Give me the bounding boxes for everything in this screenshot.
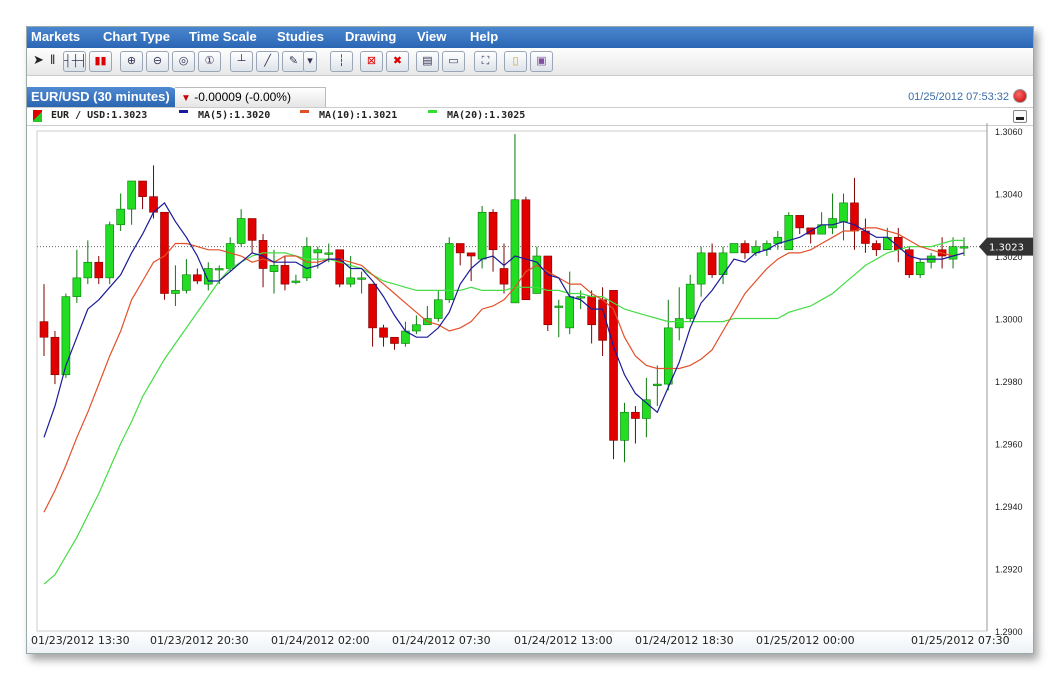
candle-body[interactable] — [61, 296, 71, 376]
candle-body[interactable] — [247, 218, 257, 241]
x-tick-label: 01/25/2012 07:30 — [911, 634, 1010, 647]
candle-body[interactable] — [182, 274, 191, 291]
candle-body[interactable] — [193, 274, 202, 282]
candle-body[interactable] — [631, 411, 640, 419]
candle-body[interactable] — [433, 299, 443, 319]
x-tick-label: 01/25/2012 00:00 — [756, 634, 855, 647]
candle-body[interactable] — [565, 296, 575, 329]
candle-body[interactable] — [499, 268, 509, 285]
x-tick-label: 01/23/2012 20:30 — [150, 634, 249, 647]
x-tick-label: 01/24/2012 07:30 — [392, 634, 491, 647]
candle-body[interactable] — [138, 180, 147, 197]
candle-body[interactable] — [214, 268, 224, 271]
candle-body[interactable] — [280, 265, 290, 285]
y-tick-label: 1.2920 — [995, 565, 1023, 575]
candle-body[interactable] — [587, 296, 596, 326]
candle-body[interactable] — [674, 318, 684, 329]
candle-body[interactable] — [105, 224, 115, 279]
candle-body[interactable] — [357, 277, 366, 280]
candle-body[interactable] — [127, 180, 136, 210]
x-tick-label: 01/23/2012 13:30 — [31, 634, 130, 647]
last-price-label: 1.3023 — [989, 243, 1024, 254]
candle-body[interactable] — [313, 249, 323, 254]
candle-body[interactable] — [685, 283, 695, 319]
candle-body[interactable] — [346, 277, 355, 285]
y-tick-label: 1.2940 — [995, 502, 1023, 512]
candle-body[interactable] — [236, 218, 246, 244]
candle-body[interactable] — [225, 243, 235, 269]
candle-body[interactable] — [39, 321, 49, 338]
candle-body[interactable] — [368, 283, 377, 329]
candle-body[interactable] — [872, 243, 881, 251]
y-tick-label: 1.3040 — [995, 190, 1023, 200]
x-tick-label: 01/24/2012 02:00 — [271, 634, 370, 647]
candle-body[interactable] — [521, 199, 531, 301]
candle-body[interactable] — [839, 202, 848, 222]
candle-body[interactable] — [707, 252, 717, 276]
candle-body[interactable] — [258, 240, 268, 269]
candle-body[interactable] — [335, 249, 345, 285]
chart-plot[interactable]: 1.30601.30401.30201.30001.29801.29601.29… — [27, 27, 1033, 653]
candle-body[interactable] — [324, 252, 334, 255]
y-tick-label: 1.2960 — [995, 440, 1023, 450]
candle-body[interactable] — [94, 261, 104, 279]
chart-window: Markets Chart Type Time Scale Studies Dr… — [26, 26, 1034, 654]
candle-body[interactable] — [828, 218, 837, 229]
candle-body[interactable] — [455, 243, 465, 254]
candle-body[interactable] — [477, 211, 487, 260]
candle-body[interactable] — [269, 265, 279, 272]
x-tick-label: 01/24/2012 13:00 — [514, 634, 613, 647]
candle-body[interactable] — [83, 261, 93, 279]
candle-body[interactable] — [50, 336, 60, 376]
candle-body[interactable] — [609, 290, 618, 441]
candle-body[interactable] — [576, 296, 585, 299]
candle-body[interactable] — [390, 336, 399, 344]
candle-body[interactable] — [488, 211, 498, 251]
candle-body[interactable] — [784, 215, 794, 251]
candle-body[interactable] — [959, 246, 969, 249]
candle-body[interactable] — [653, 383, 662, 386]
candle-body[interactable] — [696, 252, 706, 285]
y-tick-label: 1.3060 — [995, 127, 1023, 137]
candle-body[interactable] — [412, 324, 421, 332]
candle-body[interactable] — [729, 243, 739, 254]
x-tick-label: 01/24/2012 18:30 — [635, 634, 734, 647]
candle-body[interactable] — [379, 327, 388, 338]
candle-body[interactable] — [740, 243, 750, 254]
candle-body[interactable] — [466, 252, 476, 257]
candle-body[interactable] — [291, 280, 301, 283]
candle-body[interactable] — [171, 290, 180, 294]
candle-body[interactable] — [72, 277, 82, 297]
candle-body[interactable] — [554, 305, 564, 308]
y-tick-label: 1.3000 — [995, 315, 1023, 325]
candle-body[interactable] — [620, 411, 629, 441]
candle-body[interactable] — [915, 261, 925, 276]
candle-body[interactable] — [795, 215, 805, 229]
candle-body[interactable] — [116, 208, 125, 226]
y-tick-label: 1.2980 — [995, 377, 1023, 387]
candle-body[interactable] — [203, 268, 213, 285]
candle-body[interactable] — [663, 327, 673, 385]
candle-body[interactable] — [444, 243, 454, 301]
